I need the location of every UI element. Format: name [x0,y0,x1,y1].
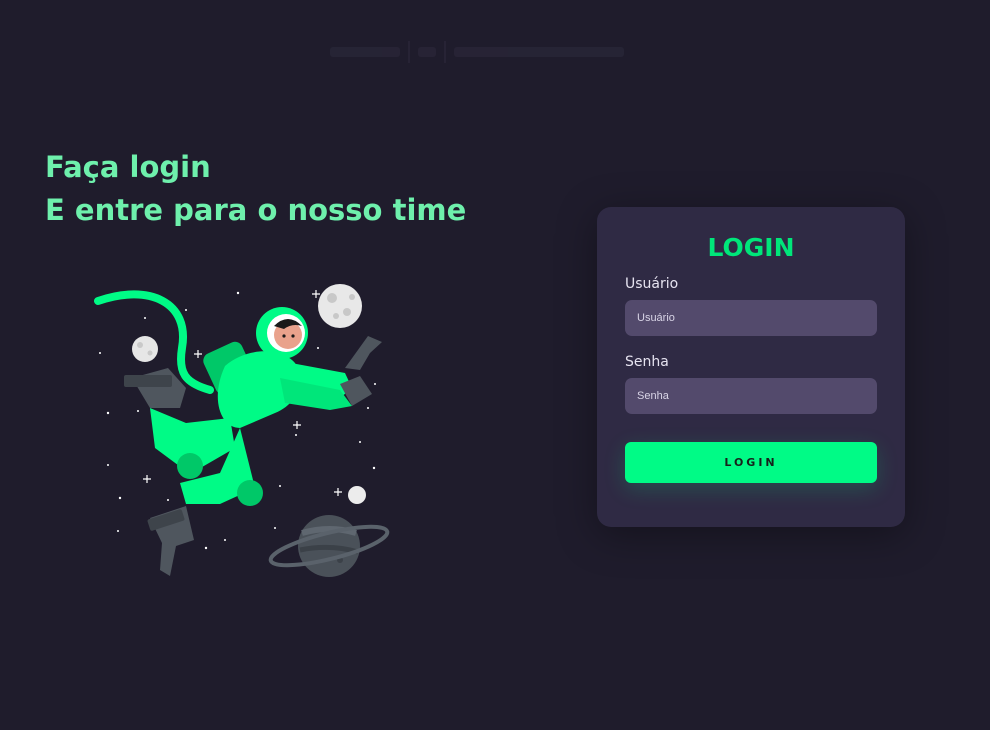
login-title: LOGIN [707,233,795,262]
username-input[interactable] [625,300,877,336]
headline: Faça login E entre para o nosso time [45,146,466,232]
moon-tiny-icon [348,486,366,504]
astronaut-illustration [94,284,390,577]
faint-bar [330,47,400,57]
login-card: LOGIN Usuário Senha LOGIN [597,207,905,527]
faint-separator [444,41,446,63]
faint-header-watermark [330,40,650,64]
faint-bar [418,47,436,57]
login-page: Faça login E entre para o nosso time LOG… [0,0,990,730]
moon-small-icon [132,336,158,362]
faint-separator [408,41,410,63]
headline-line-1: Faça login [45,150,211,184]
faint-bar [454,47,624,57]
moon-large-icon [318,284,362,328]
password-label: Senha [625,354,669,370]
planet-icon [268,515,390,577]
headline-line-2: E entre para o nosso time [45,193,467,227]
username-label: Usuário [625,276,679,292]
password-input[interactable] [625,378,877,414]
login-button[interactable]: LOGIN [625,442,877,483]
